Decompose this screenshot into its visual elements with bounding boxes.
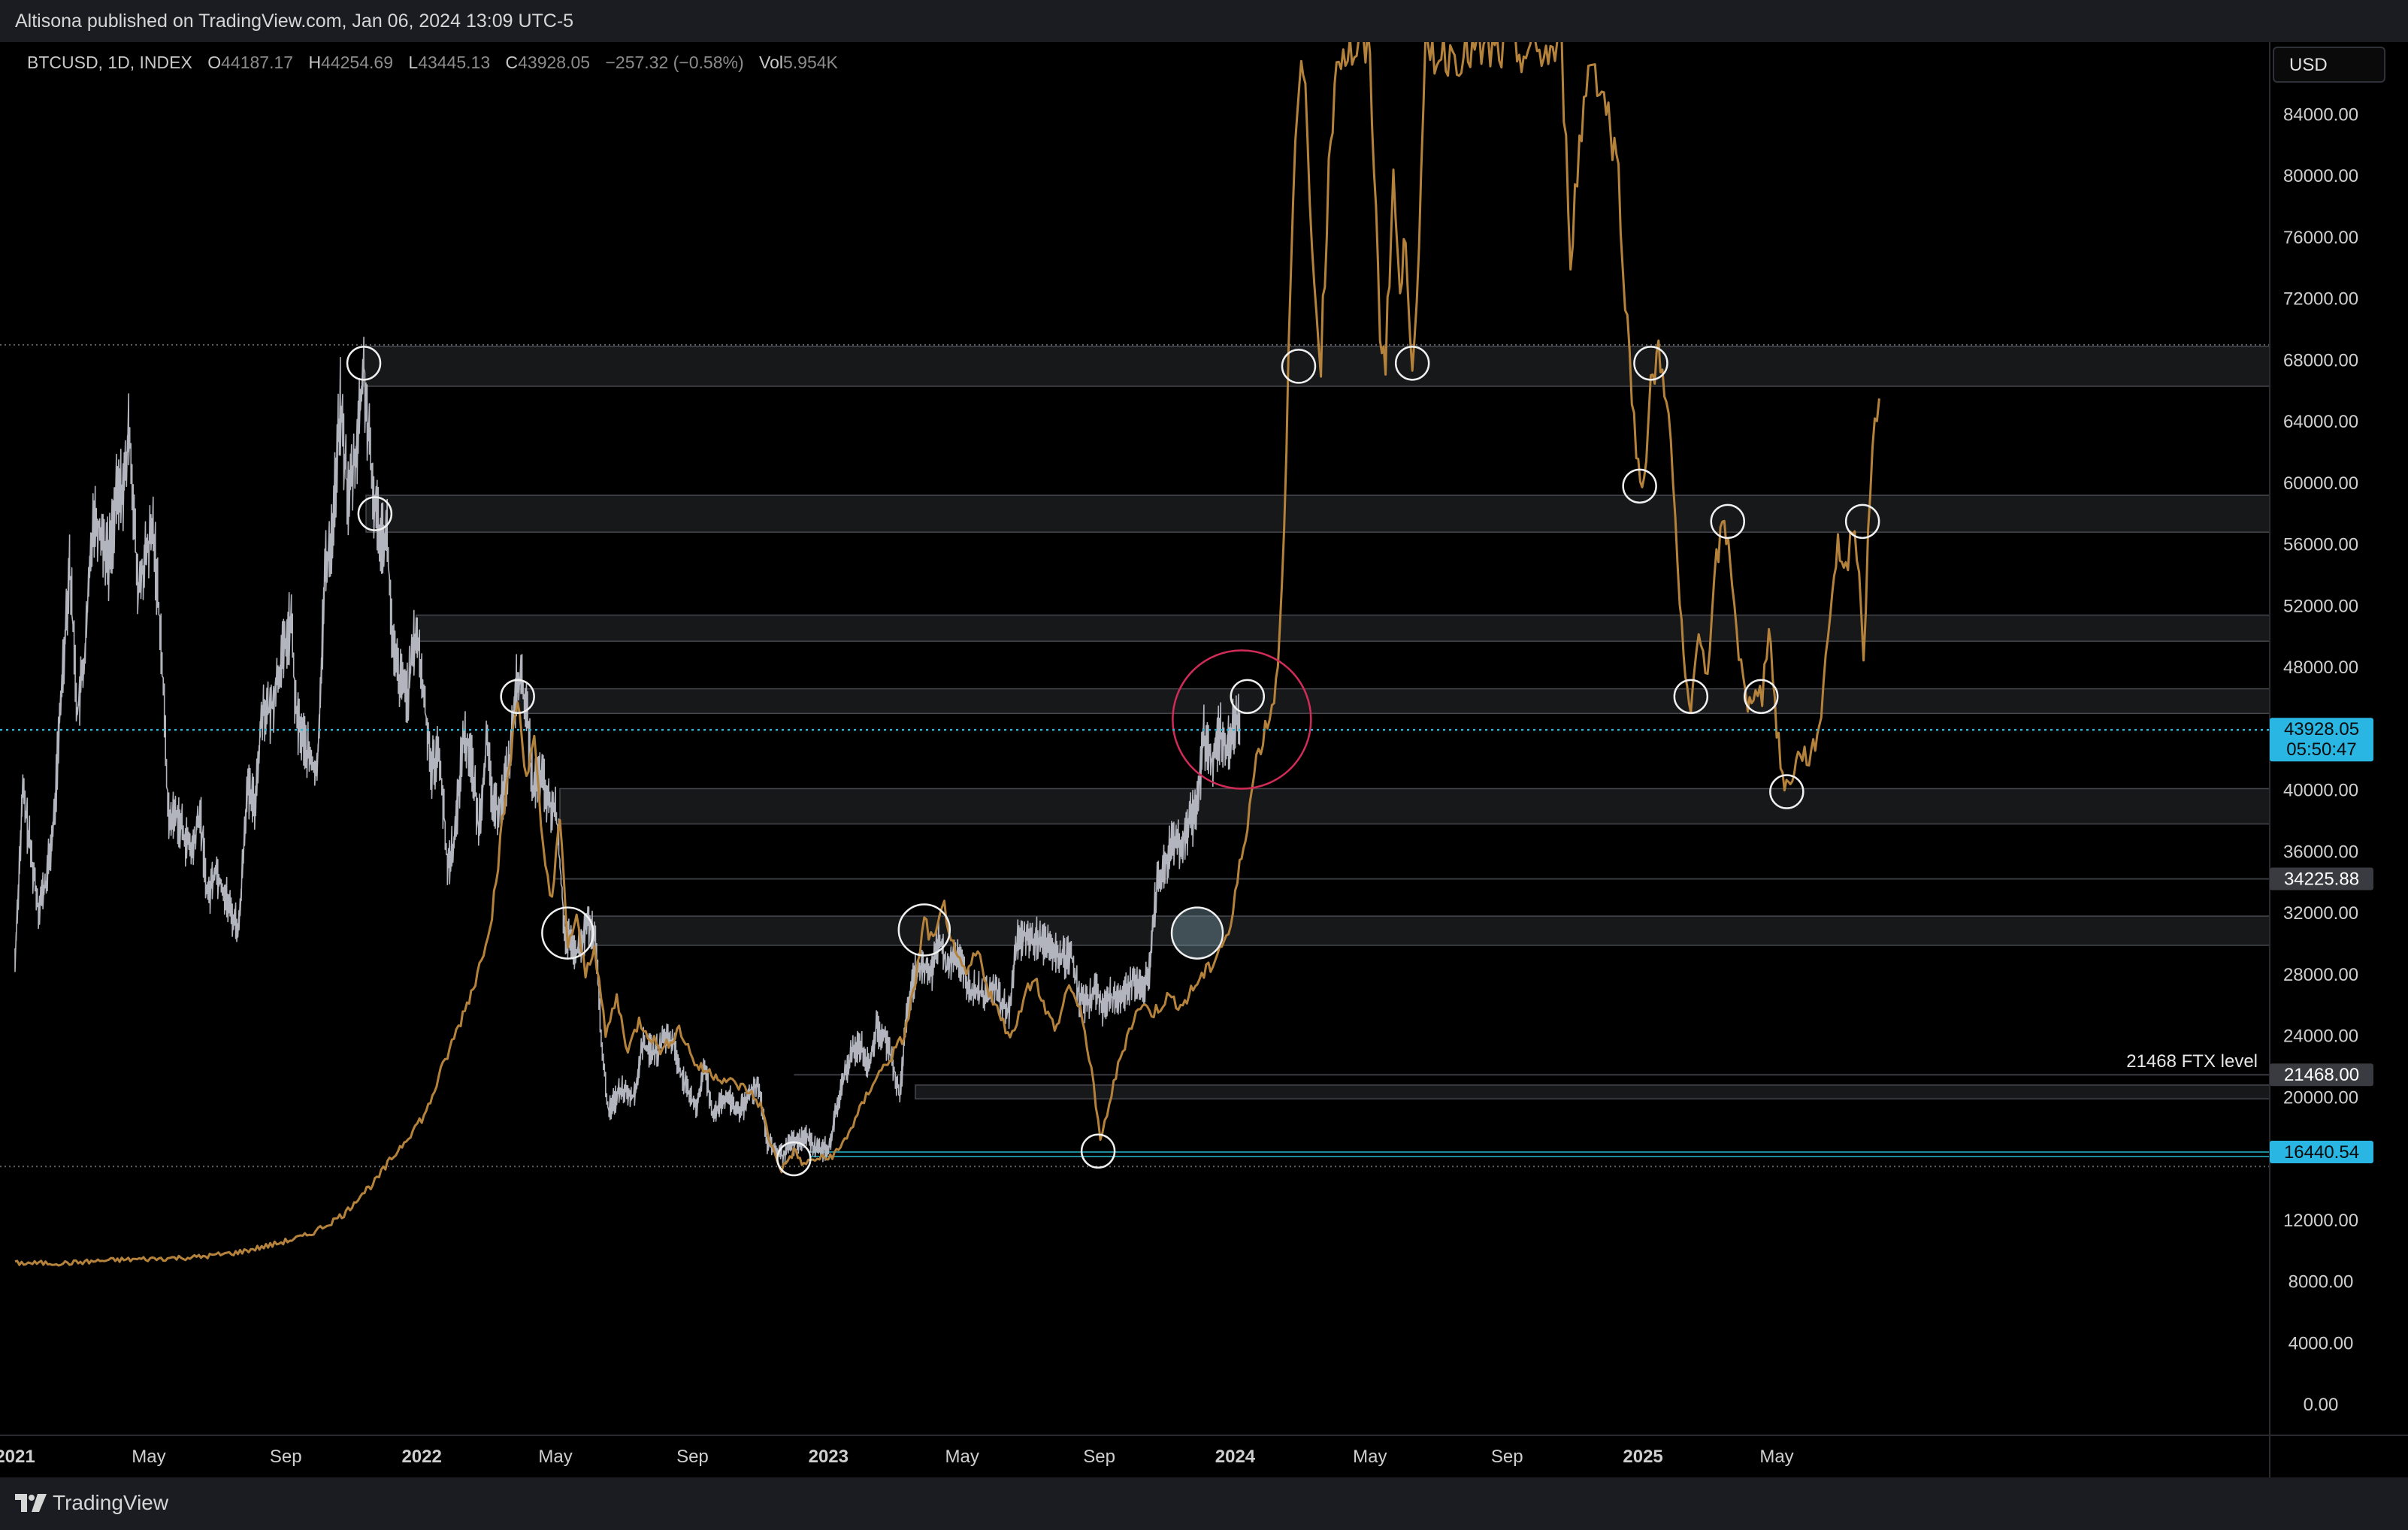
- time-tick-label: May: [945, 1447, 979, 1467]
- change-value: −257.32 (−0.58%): [605, 53, 744, 72]
- price-label-value: 21468.00: [2284, 1065, 2359, 1085]
- time-tick-label: 2025: [1623, 1447, 1662, 1467]
- publish-info: Altisona published on TradingView.com, J…: [15, 11, 574, 32]
- support-zone[interactable]: [415, 614, 2270, 643]
- support-zone[interactable]: [559, 788, 2270, 825]
- price-tick-label: 28000.00: [2283, 965, 2358, 985]
- ohlc-legend: BTCUSD, 1D, INDEX O44187.17 H44254.69 L4…: [27, 53, 849, 73]
- price-tick-label: 8000.00: [2289, 1272, 2354, 1293]
- open-label: O: [207, 53, 222, 72]
- support-zone[interactable]: [915, 1084, 2270, 1100]
- price-label-value: 43928.05: [2284, 719, 2359, 739]
- countdown-label: 05:50:47: [2286, 739, 2356, 760]
- symbol-label[interactable]: BTCUSD, 1D, INDEX: [27, 53, 192, 72]
- time-tick-label: 2023: [809, 1447, 849, 1467]
- time-tick-label: May: [1353, 1447, 1387, 1467]
- price-tick-label: 32000.00: [2283, 903, 2358, 924]
- price-tick-label: 56000.00: [2283, 535, 2358, 555]
- price-tick-label: 0.00: [2304, 1395, 2339, 1415]
- price-tick-label: 84000.00: [2283, 104, 2358, 125]
- price-chart[interactable]: 21468 FTX level 84000.00 80000.00 76000.00…: [0, 0, 2408, 1530]
- footer-brand: TradingView: [53, 1491, 169, 1514]
- price-tick-label: 64000.00: [2283, 412, 2358, 432]
- price-tick-label: 68000.00: [2283, 350, 2358, 370]
- support-zone[interactable]: [516, 688, 2270, 715]
- open-value: 44187.17: [221, 53, 294, 72]
- marker-circle[interactable]: [1170, 906, 1224, 960]
- close-label: C: [505, 53, 519, 72]
- time-tick-label: May: [132, 1447, 165, 1467]
- price-tick-label: 80000.00: [2283, 166, 2358, 186]
- price-tick-label: 52000.00: [2283, 596, 2358, 616]
- chart-background: [0, 42, 2408, 1477]
- time-tick-label: Sep: [270, 1447, 302, 1467]
- high-value: 44254.69: [321, 53, 393, 72]
- time-tick-label: 2021: [0, 1447, 35, 1467]
- time-tick-label: Sep: [1083, 1447, 1115, 1467]
- price-label-value: 34225.88: [2284, 869, 2359, 890]
- price-tick-label: 40000.00: [2283, 781, 2358, 801]
- high-label: H: [308, 53, 322, 72]
- time-tick-label: Sep: [1491, 1447, 1523, 1467]
- price-tick-label: 36000.00: [2283, 842, 2358, 862]
- annotation-layer: 21468 FTX level: [2126, 1051, 2258, 1072]
- footer-bar: [0, 1477, 2408, 1530]
- price-tick-label: 60000.00: [2283, 473, 2358, 494]
- low-label: L: [408, 53, 419, 72]
- currency-button[interactable]: USD: [2273, 47, 2385, 83]
- low-value: 43445.13: [418, 53, 491, 72]
- price-tick-label: 72000.00: [2283, 289, 2358, 310]
- volume-value: 5.954K: [782, 53, 838, 72]
- ftx-level-label: 21468 FTX level: [2126, 1051, 2258, 1072]
- time-tick-label: Sep: [676, 1447, 709, 1467]
- price-tick-label: 4000.00: [2289, 1333, 2354, 1353]
- time-tick-label: May: [1759, 1447, 1793, 1467]
- price-tick-label: 20000.00: [2283, 1087, 2358, 1108]
- tradingview-logo-icon: [15, 1494, 47, 1512]
- price-tick-label: 24000.00: [2283, 1027, 2358, 1047]
- support-zone[interactable]: [365, 494, 2270, 533]
- price-tick-label: 48000.00: [2283, 658, 2358, 678]
- time-tick-label: 2024: [1215, 1447, 1256, 1467]
- time-tick-label: May: [538, 1447, 572, 1467]
- price-tick-label: 76000.00: [2283, 228, 2358, 248]
- close-value: 43928.05: [518, 53, 591, 72]
- support-zone[interactable]: [589, 915, 2270, 946]
- tradingview-logo[interactable]: TradingView: [15, 1491, 168, 1515]
- price-tick-label: 12000.00: [2283, 1211, 2358, 1231]
- support-zone[interactable]: [363, 346, 2270, 387]
- header-bar: Altisona published on TradingView.com, J…: [0, 0, 2408, 42]
- volume-label: Vol: [759, 53, 783, 72]
- time-tick-label: 2022: [401, 1447, 441, 1467]
- price-label-value: 16440.54: [2284, 1142, 2359, 1163]
